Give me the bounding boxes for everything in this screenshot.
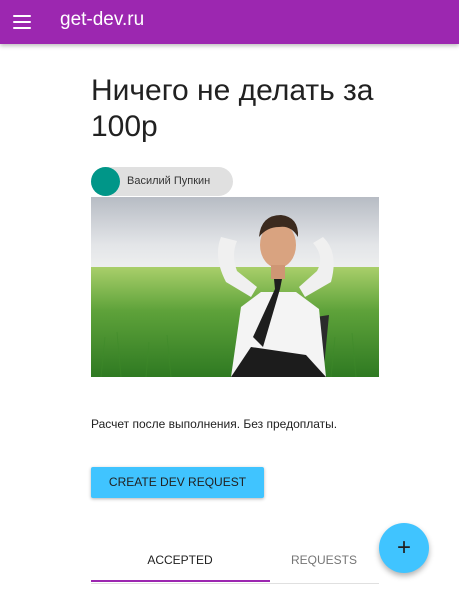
create-dev-request-button[interactable]: CREATE DEV REQUEST bbox=[91, 467, 264, 498]
app-title[interactable]: get-dev.ru bbox=[60, 9, 144, 31]
menu-icon[interactable] bbox=[12, 12, 32, 32]
tab-requests[interactable]: REQUESTS bbox=[269, 540, 379, 582]
plus-icon: + bbox=[396, 534, 411, 561]
tab-accepted[interactable]: ACCEPTED bbox=[91, 540, 269, 582]
offer-title: Ничего не делать за 100р bbox=[91, 74, 374, 143]
add-button[interactable]: + bbox=[379, 523, 429, 573]
active-tab-indicator bbox=[91, 580, 270, 582]
app-bar: get-dev.ru bbox=[0, 0, 459, 44]
offer-image bbox=[91, 197, 379, 377]
author-chip[interactable]: Василий Пупкин bbox=[91, 167, 233, 196]
offer-description: Расчет после выполнения. Без предоплаты. bbox=[91, 417, 338, 431]
relaxing-man-image bbox=[91, 197, 379, 377]
avatar bbox=[91, 167, 120, 196]
author-name: Василий Пупкин bbox=[127, 175, 211, 187]
tabs-bar: ACCEPTED REQUESTS bbox=[91, 540, 379, 584]
